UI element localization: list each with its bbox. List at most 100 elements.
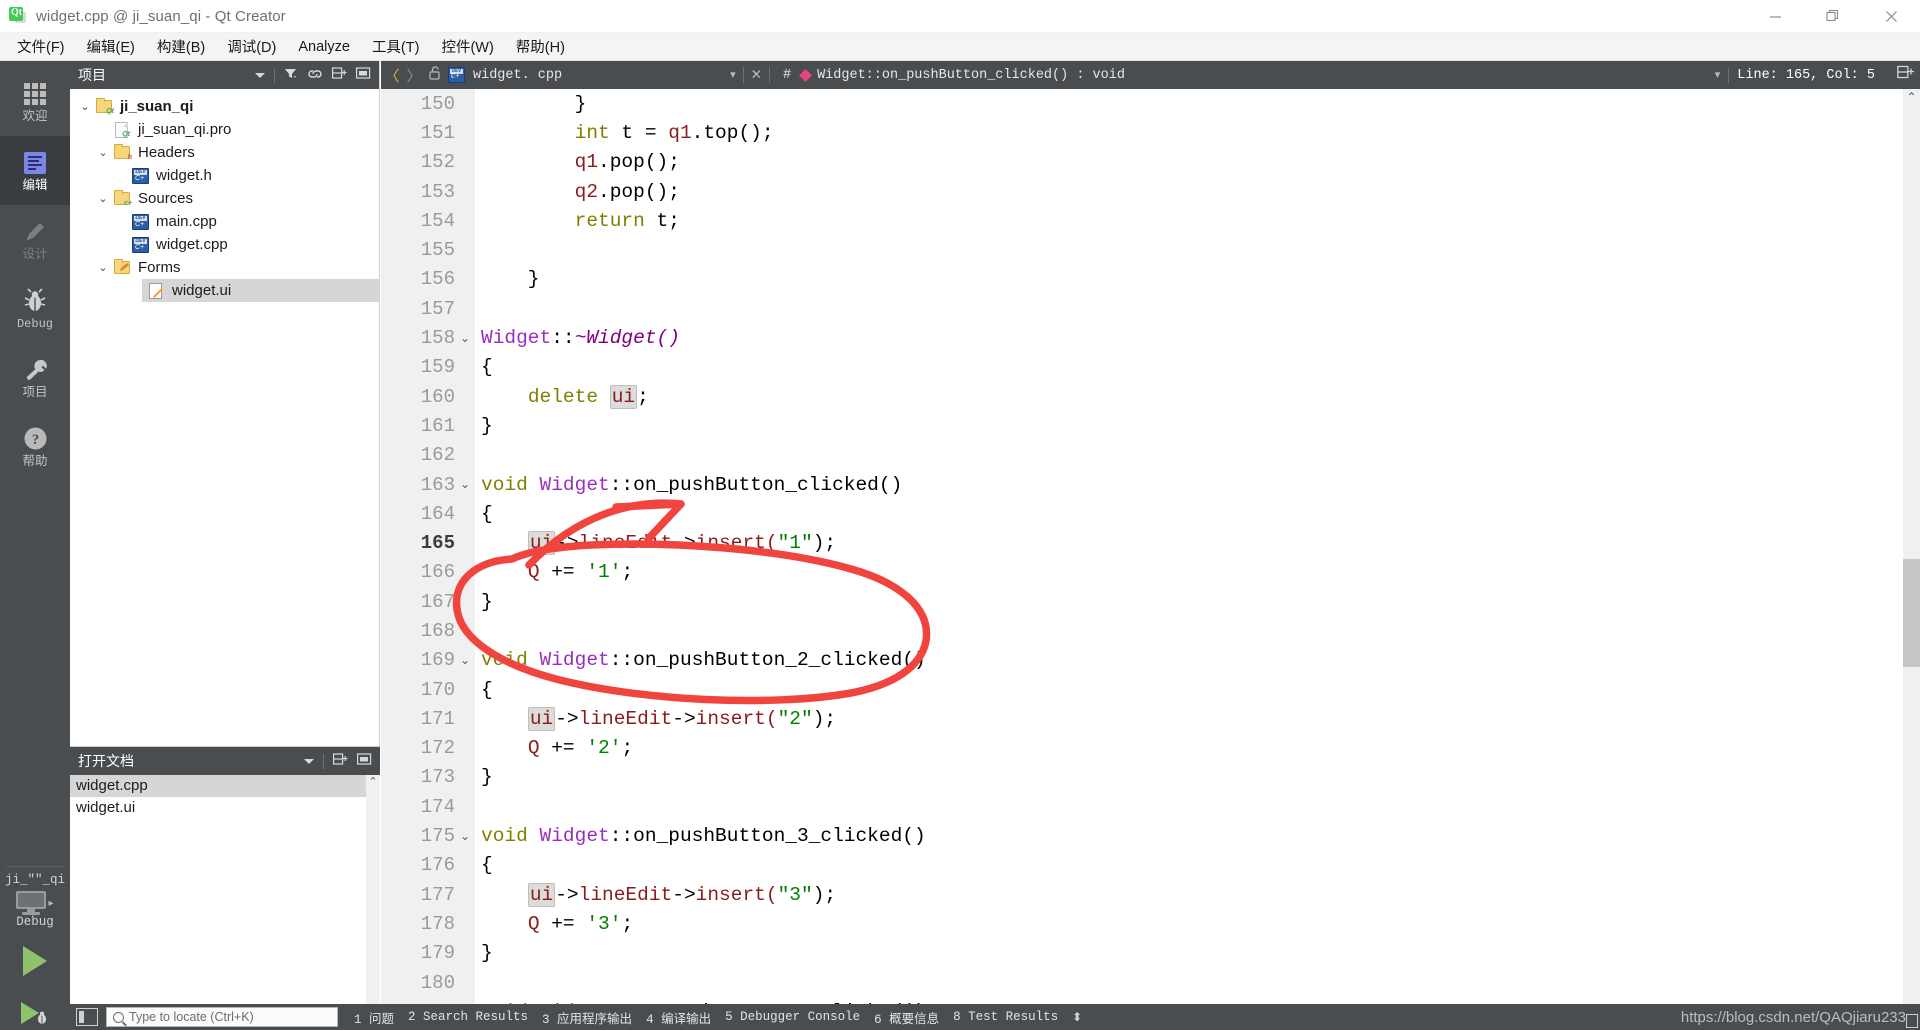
mode-projects[interactable]: 项目 (0, 343, 70, 412)
menu-build[interactable]: 构建(B) (146, 33, 216, 60)
code-line[interactable]: 167} (381, 587, 1920, 616)
code-line[interactable]: 155 (381, 235, 1920, 264)
scrollbar-thumb[interactable] (1903, 559, 1920, 667)
code-line[interactable]: 175 ⌄ void Widget::on_pushButton_3_clicked… (381, 821, 1920, 850)
fold-chevron-icon[interactable]: ⌄ (455, 829, 475, 844)
code-line[interactable]: 157 (381, 294, 1920, 323)
mode-design[interactable]: 设计 (0, 205, 70, 274)
tree-item-pro-file[interactable]: Qt ji_suan_qi.pro (70, 118, 379, 141)
code-line[interactable]: 160 delete ui; (381, 382, 1920, 411)
search-input[interactable]: Type to locate (Ctrl+K) (106, 1007, 338, 1027)
filter-icon[interactable] (284, 67, 298, 83)
scroll-up-icon[interactable]: ⌃ (1903, 89, 1920, 106)
fold-chevron-icon[interactable]: ⌄ (455, 331, 475, 346)
tree-item-sources[interactable]: ⌄ c+ Sources (70, 187, 379, 210)
kit-selector-button[interactable]: ▸ (0, 889, 70, 915)
tree-item-forms[interactable]: ⌄ Forms (70, 256, 379, 279)
pane-application-output[interactable]: 3 应用程序输出 (542, 1008, 632, 1027)
code-line[interactable]: 174 (381, 792, 1920, 821)
code-line[interactable]: 158 ⌄ Widget::~Widget() (381, 323, 1920, 352)
menu-analyze[interactable]: Analyze (287, 36, 361, 58)
link-icon[interactable] (307, 67, 323, 83)
code-line[interactable]: 151 int t = q1.top(); (381, 118, 1920, 147)
mode-help[interactable]: ? 帮助 (0, 412, 70, 481)
pane-issues[interactable]: 1 问题 (354, 1008, 394, 1027)
code-line[interactable]: 153 q2.pop(); (381, 177, 1920, 206)
pane-general-messages[interactable]: 6 概要信息 (874, 1008, 939, 1027)
minimize-button[interactable] (1746, 0, 1804, 33)
run-button[interactable] (0, 935, 70, 987)
close-panel-icon[interactable] (357, 753, 372, 769)
code-line[interactable]: 176 { (381, 851, 1920, 880)
open-documents-scrollbar[interactable]: ⌃ (366, 775, 380, 1015)
code-line[interactable]: 165 ui ->lineEdit->insert("1"); (381, 528, 1920, 557)
code-line[interactable]: 180 (381, 968, 1920, 997)
maximize-button[interactable] (1804, 0, 1862, 33)
menu-tools[interactable]: 工具(T) (361, 33, 431, 60)
code-line[interactable]: 169 ⌄ void Widget::on_pushButton_2_clicked… (381, 646, 1920, 675)
split-editor-icon[interactable] (1897, 65, 1914, 85)
open-document-widget-cpp[interactable]: widget.cpp (70, 775, 380, 797)
close-document-button[interactable]: ✕ (751, 67, 762, 84)
tree-item-project[interactable]: ⌄ Qt ji_suan_qi (70, 95, 379, 118)
code-line[interactable]: 163 ⌄ void Widget::on_pushButton_clicked() (381, 470, 1920, 499)
pane-compile-output[interactable]: 4 编译输出 (646, 1008, 711, 1027)
open-document-widget-ui[interactable]: widget.ui (70, 797, 380, 819)
code-line[interactable]: 161} (381, 411, 1920, 440)
code-line[interactable]: 150 } (381, 89, 1920, 118)
chevron-down-icon[interactable]: ⌄ (94, 261, 112, 274)
tree-item-headers[interactable]: ⌄ h Headers (70, 141, 379, 164)
code-line[interactable]: 159 { (381, 353, 1920, 382)
tree-item-main-cpp[interactable]: DEV C+ main.cpp (70, 210, 379, 233)
menu-file[interactable]: 文件(F) (6, 33, 76, 60)
code-line[interactable]: 154 return t; (381, 206, 1920, 235)
code-line[interactable]: 152 q1.pop(); (381, 148, 1920, 177)
navigate-forward-button[interactable]: 〉 (403, 65, 425, 86)
code-line[interactable]: 170 { (381, 675, 1920, 704)
mode-welcome[interactable]: 欢迎 (0, 67, 70, 136)
code-line[interactable]: 166 Q += '1'; (381, 558, 1920, 587)
chevron-down-icon[interactable] (304, 758, 314, 764)
navigate-back-button[interactable]: 〈 (381, 65, 403, 86)
chevron-down-icon[interactable]: ⌄ (94, 146, 112, 159)
editor-vertical-scrollbar[interactable]: ⌃ (1903, 89, 1920, 1014)
tree-item-widget-cpp[interactable]: DEV C+ widget.cpp (70, 233, 379, 256)
debug-button[interactable] (0, 987, 70, 1030)
close-button[interactable] (1862, 0, 1920, 33)
code-line[interactable]: 156 } (381, 265, 1920, 294)
file-dropdown-icon[interactable]: ▾ (730, 68, 736, 82)
code-line[interactable]: 172 Q += '2'; (381, 734, 1920, 763)
chevron-down-icon[interactable] (255, 72, 265, 78)
current-symbol[interactable]: Widget::on_pushButton_clicked() : void (817, 68, 1125, 83)
code-editor[interactable]: 150 } 151 int t = q1.top(); 152 q1.pop(); 1… (381, 89, 1920, 1014)
close-panel-icon[interactable] (356, 67, 371, 83)
code-line[interactable]: 171 ui ->lineEdit->insert("2"); (381, 704, 1920, 733)
split-icon[interactable] (333, 753, 348, 769)
pane-search-results[interactable]: 2 Search Results (408, 1010, 528, 1024)
current-file-chip[interactable]: DEV C+ widget. cpp (448, 66, 562, 84)
code-line[interactable]: 178 Q += '3'; (381, 909, 1920, 938)
pane-test-results[interactable]: 8 Test Results (953, 1010, 1058, 1024)
menu-edit[interactable]: 编辑(E) (76, 33, 146, 60)
code-line[interactable]: 164 { (381, 499, 1920, 528)
pane-debugger-console[interactable]: 5 Debugger Console (725, 1010, 860, 1024)
kit-project-name[interactable]: ji_""_qi (0, 867, 70, 889)
menu-help[interactable]: 帮助(H) (505, 33, 576, 60)
fold-chevron-icon[interactable]: ⌄ (455, 653, 475, 668)
unlocked-icon[interactable] (425, 66, 445, 84)
resize-grip[interactable] (1906, 1014, 1918, 1028)
code-line[interactable]: 168 (381, 616, 1920, 645)
fold-chevron-icon[interactable]: ⌄ (455, 477, 475, 492)
mode-debug[interactable]: Debug (0, 274, 70, 343)
sidebar-toggle-icon[interactable] (76, 1008, 98, 1026)
split-icon[interactable] (332, 67, 347, 83)
chevron-down-icon[interactable]: ⌄ (94, 192, 112, 205)
code-line[interactable]: 173} (381, 763, 1920, 792)
menu-window[interactable]: 控件(W) (430, 33, 504, 60)
code-line[interactable]: 162 (381, 441, 1920, 470)
symbol-dropdown-icon[interactable]: ▾ (1715, 68, 1721, 82)
scroll-up-icon[interactable]: ⌃ (366, 775, 380, 789)
mode-edit[interactable]: 编辑 (0, 136, 70, 205)
tree-item-widget-ui[interactable]: widget.ui (142, 279, 379, 302)
code-lines-container[interactable]: 150 } 151 int t = q1.top(); 152 q1.pop(); 1… (381, 89, 1920, 1014)
